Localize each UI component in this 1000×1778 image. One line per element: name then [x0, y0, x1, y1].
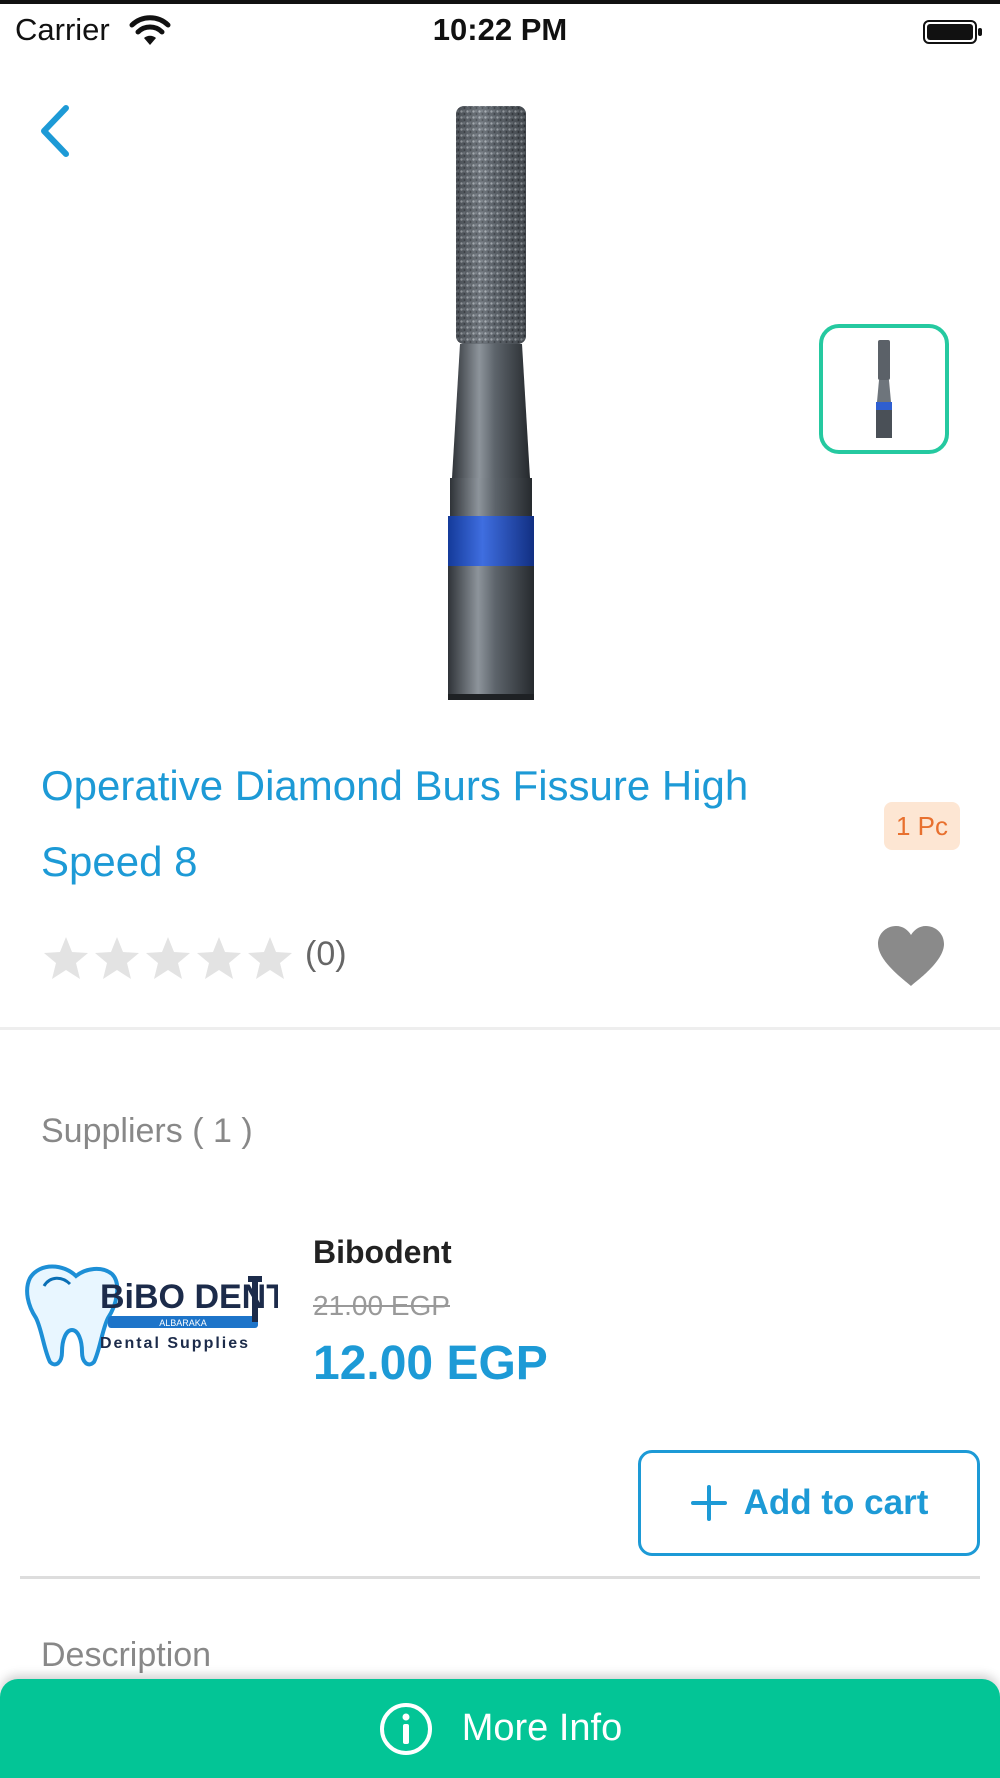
supplier-price: 12.00 EGP — [313, 1337, 548, 1390]
product-image — [448, 106, 534, 700]
product-thumbnail[interactable] — [819, 324, 949, 454]
status-bar: Carrier 10:22 PM — [0, 4, 1000, 56]
back-button[interactable] — [30, 96, 86, 166]
product-title: Operative Diamond Burs Fissure High Spee… — [41, 762, 749, 885]
battery-icon — [923, 20, 982, 44]
add-to-cart-label: Add to cart — [743, 1483, 929, 1522]
logo-band-text: ALBARAKA — [159, 1318, 207, 1328]
add-to-cart-button[interactable]: Add to cart — [638, 1450, 980, 1556]
section-divider — [0, 1027, 1000, 1030]
supplier-logo: BiBO DENT ALBARAKA Dental Supplies — [25, 1264, 278, 1367]
chevron-left-icon — [41, 105, 69, 157]
star-icon — [197, 937, 241, 979]
status-time: 10:22 PM — [432, 12, 568, 47]
more-info-button[interactable]: More Info — [0, 1679, 1000, 1778]
logo-brand-text: BiBO DENT — [100, 1278, 278, 1316]
star-icon — [44, 937, 88, 979]
thumbnail-image — [876, 340, 892, 438]
star-icon — [146, 937, 190, 979]
logo-tagline: Dental Supplies — [100, 1335, 250, 1352]
unit-badge: 1 Pc — [884, 802, 961, 850]
rating-stars — [41, 935, 296, 981]
heart-icon — [878, 926, 944, 986]
supplier-name: Bibodent — [313, 1234, 452, 1270]
more-info-label: More Info — [461, 1707, 623, 1749]
plus-icon — [690, 1485, 727, 1521]
suppliers-heading: Suppliers ( 1 ) — [41, 1112, 253, 1150]
star-icon — [95, 937, 139, 979]
rating-count: (0) — [305, 935, 347, 973]
star-icon — [248, 937, 292, 979]
supplier-divider — [20, 1576, 980, 1579]
info-circle-icon — [379, 1702, 432, 1755]
favorite-button[interactable] — [876, 924, 946, 988]
supplier-old-price: 21.00 EGP — [313, 1290, 450, 1321]
description-heading: Description — [41, 1636, 212, 1674]
